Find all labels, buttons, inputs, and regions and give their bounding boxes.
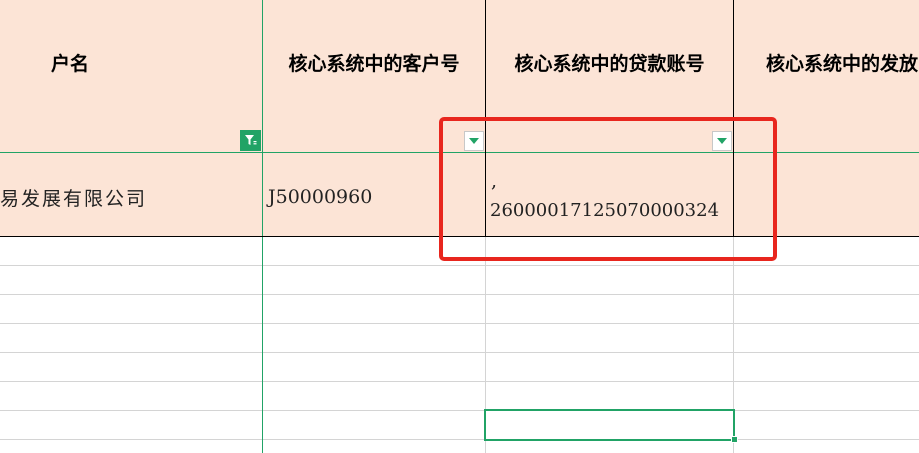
grid-row-line: [0, 294, 919, 295]
column-header-disbursement[interactable]: 核心系统中的发放: [766, 0, 919, 125]
grid-row-line: [0, 439, 919, 440]
grid-row-line: [0, 381, 919, 382]
column-header-customer-no[interactable]: 核心系统中的客户号: [263, 0, 485, 125]
fill-handle[interactable]: [731, 436, 738, 443]
selected-cell[interactable]: [484, 409, 735, 441]
column-header-name[interactable]: 户名: [0, 0, 140, 125]
grid-row-line: [0, 265, 919, 266]
cell-customer-no[interactable]: J50000960: [268, 186, 372, 208]
filter-active-icon[interactable]: [240, 130, 261, 151]
column-header-loan-account[interactable]: 核心系统中的贷款账号: [486, 0, 733, 125]
grid-row-line: [0, 323, 919, 324]
grid-row-line: [0, 410, 919, 411]
red-highlight-box: [439, 117, 777, 261]
cell-name[interactable]: 易发展有限公司: [0, 184, 147, 211]
grid-row-line: [0, 352, 919, 353]
